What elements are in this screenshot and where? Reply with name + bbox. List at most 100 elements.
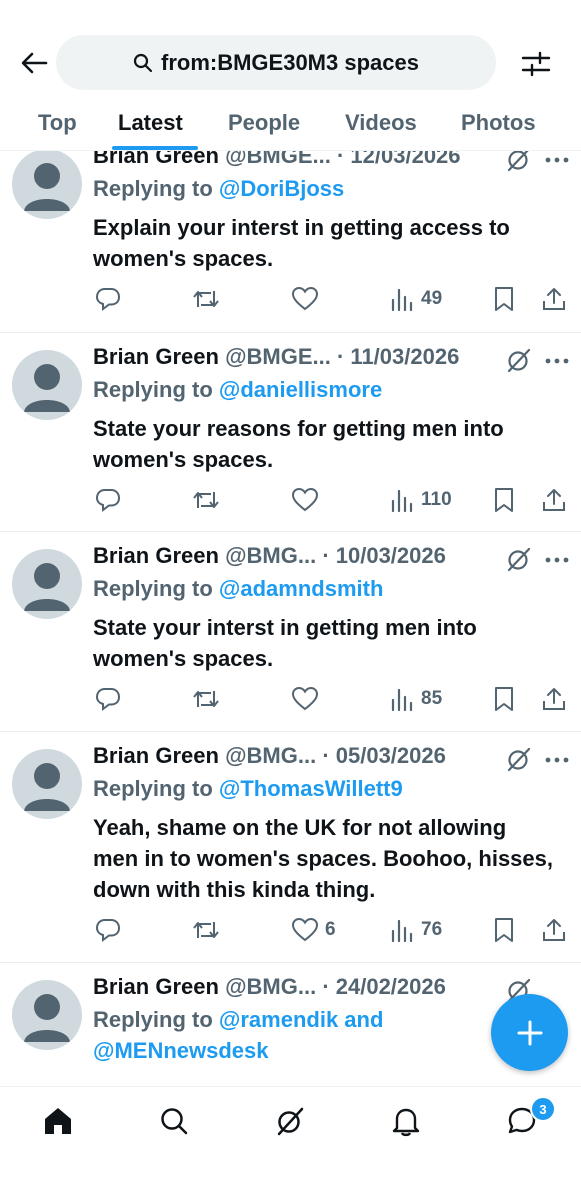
repost-button[interactable] [191, 913, 221, 947]
reply-button[interactable] [95, 483, 121, 517]
mention-link[interactable]: @MENnewsdesk [93, 1038, 269, 1063]
more-icon [545, 757, 569, 763]
author-handle[interactable]: @BMG... [225, 743, 316, 768]
avatar[interactable] [12, 151, 82, 219]
tweet-feed[interactable]: Brian Green @BMGE... · 12/03/2026 Replyi… [0, 151, 581, 1086]
more-button[interactable] [544, 550, 570, 570]
tweet-header: Brian Green @BMGE... · 11/03/2026 [93, 344, 459, 374]
tweet[interactable]: Brian Green @BMGE... · 11/03/2026 Replyi… [0, 332, 581, 532]
views-button[interactable]: 85 [391, 682, 442, 716]
tab-top[interactable]: Top [38, 110, 77, 136]
author-handle[interactable]: @BMGE... [225, 151, 331, 168]
tab-people[interactable]: People [228, 110, 300, 136]
compose-button[interactable] [491, 994, 568, 1071]
tweet[interactable]: Brian Green @BMG... · 10/03/2026 Replyin… [0, 531, 581, 732]
view-count: 49 [421, 288, 443, 309]
repost-button[interactable] [191, 282, 221, 316]
more-button[interactable] [544, 151, 570, 170]
search-query: from:BMGE30M3 spaces [161, 49, 419, 75]
grok-icon[interactable] [505, 151, 533, 173]
replying-to-label: Replying to [93, 776, 213, 801]
bookmark-button[interactable] [493, 483, 515, 517]
views-button[interactable]: 76 [391, 913, 442, 947]
reply-button[interactable] [95, 913, 121, 947]
replying-to-label: Replying to [93, 176, 213, 201]
reply-button[interactable] [95, 682, 121, 716]
back-button[interactable] [18, 48, 50, 78]
more-icon [545, 157, 569, 163]
share-button[interactable] [541, 483, 567, 517]
mention-link[interactable]: @ThomasWillett9 [219, 776, 403, 801]
share-button[interactable] [541, 913, 567, 947]
like-button[interactable]: 6 [291, 913, 336, 947]
bookmark-button[interactable] [493, 913, 515, 947]
tab-videos[interactable]: Videos [345, 110, 417, 136]
reply-context: Replying to @ramendik and @MENnewsdesk [93, 1004, 383, 1066]
tweet-date: · 05/03/2026 [322, 743, 446, 768]
search-input[interactable]: from:BMGE30M3 spaces [56, 35, 496, 90]
share-icon [543, 919, 565, 941]
mention-link[interactable]: @adamndsmith [219, 576, 383, 601]
mention-link[interactable]: @DoriBjoss [219, 176, 344, 201]
bottom-navigation [0, 1086, 581, 1157]
grok-icon[interactable] [505, 545, 533, 573]
tweet-actions: 85 [93, 682, 573, 716]
avatar[interactable] [12, 749, 82, 819]
share-button[interactable] [541, 282, 567, 316]
author-handle[interactable]: @BMG... [225, 543, 316, 568]
like-button[interactable] [291, 282, 325, 316]
tweet-text: Explain your interst in getting access t… [93, 215, 510, 271]
avatar[interactable] [12, 549, 82, 619]
tweet[interactable]: Brian Green @BMGE... · 12/03/2026 Replyi… [0, 151, 581, 333]
author-handle[interactable]: @BMG... [225, 974, 316, 999]
back-arrow-icon [21, 52, 48, 74]
more-button[interactable] [544, 351, 570, 371]
tweet-text: Yeah, shame on the UK for not allowing m… [93, 815, 554, 902]
reply-icon [95, 288, 121, 311]
tab-photos[interactable]: Photos [461, 110, 536, 136]
views-button[interactable]: 110 [391, 483, 452, 517]
share-button[interactable] [541, 682, 567, 716]
repost-button[interactable] [191, 682, 221, 716]
reply-context: Replying to @DoriBjoss [93, 173, 344, 204]
like-button[interactable] [291, 682, 325, 716]
tab-latest[interactable]: Latest [118, 110, 183, 136]
grok-icon[interactable] [505, 745, 533, 773]
bookmark-button[interactable] [493, 682, 515, 716]
mention-link[interactable]: @ramendik and [219, 1007, 384, 1032]
mention-link[interactable]: @daniellismore [219, 377, 382, 402]
nav-explore[interactable] [156, 1103, 192, 1139]
search-icon [133, 53, 153, 72]
nav-notifications[interactable] [388, 1103, 424, 1139]
like-button[interactable] [291, 483, 325, 517]
nav-home[interactable] [40, 1103, 76, 1139]
author-handle[interactable]: @BMGE... [225, 344, 331, 369]
avatar[interactable] [12, 980, 82, 1050]
tweet-date: · 11/03/2026 [336, 344, 460, 369]
author-name[interactable]: Brian Green [93, 344, 219, 369]
nav-grok[interactable] [272, 1103, 308, 1139]
repost-icon [193, 291, 219, 307]
tweet[interactable]: Brian Green @BMG... · 05/03/2026 Replyin… [0, 731, 581, 963]
views-button[interactable]: 49 [391, 282, 442, 316]
grok-icon[interactable] [505, 346, 533, 374]
reply-button[interactable] [95, 282, 121, 316]
reply-context: Replying to @adamndsmith [93, 573, 383, 604]
author-name[interactable]: Brian Green [93, 543, 219, 568]
avatar[interactable] [12, 350, 82, 420]
reply-context: Replying to @ThomasWillett9 [93, 773, 403, 804]
view-count: 85 [421, 688, 443, 709]
bell-icon [392, 1108, 420, 1137]
author-name[interactable]: Brian Green [93, 974, 219, 999]
repost-button[interactable] [191, 483, 221, 517]
bookmark-button[interactable] [493, 282, 515, 316]
replying-to-label: Replying to [93, 576, 213, 601]
default-avatar-icon [24, 364, 70, 412]
replying-to-label: Replying to [93, 1007, 213, 1032]
author-name[interactable]: Brian Green [93, 743, 219, 768]
author-name[interactable]: Brian Green [93, 151, 219, 168]
search-filter-button[interactable] [518, 47, 554, 81]
more-button[interactable] [544, 750, 570, 770]
tweet-actions: 110 [93, 483, 573, 517]
tweet-actions: 49 [93, 282, 573, 316]
